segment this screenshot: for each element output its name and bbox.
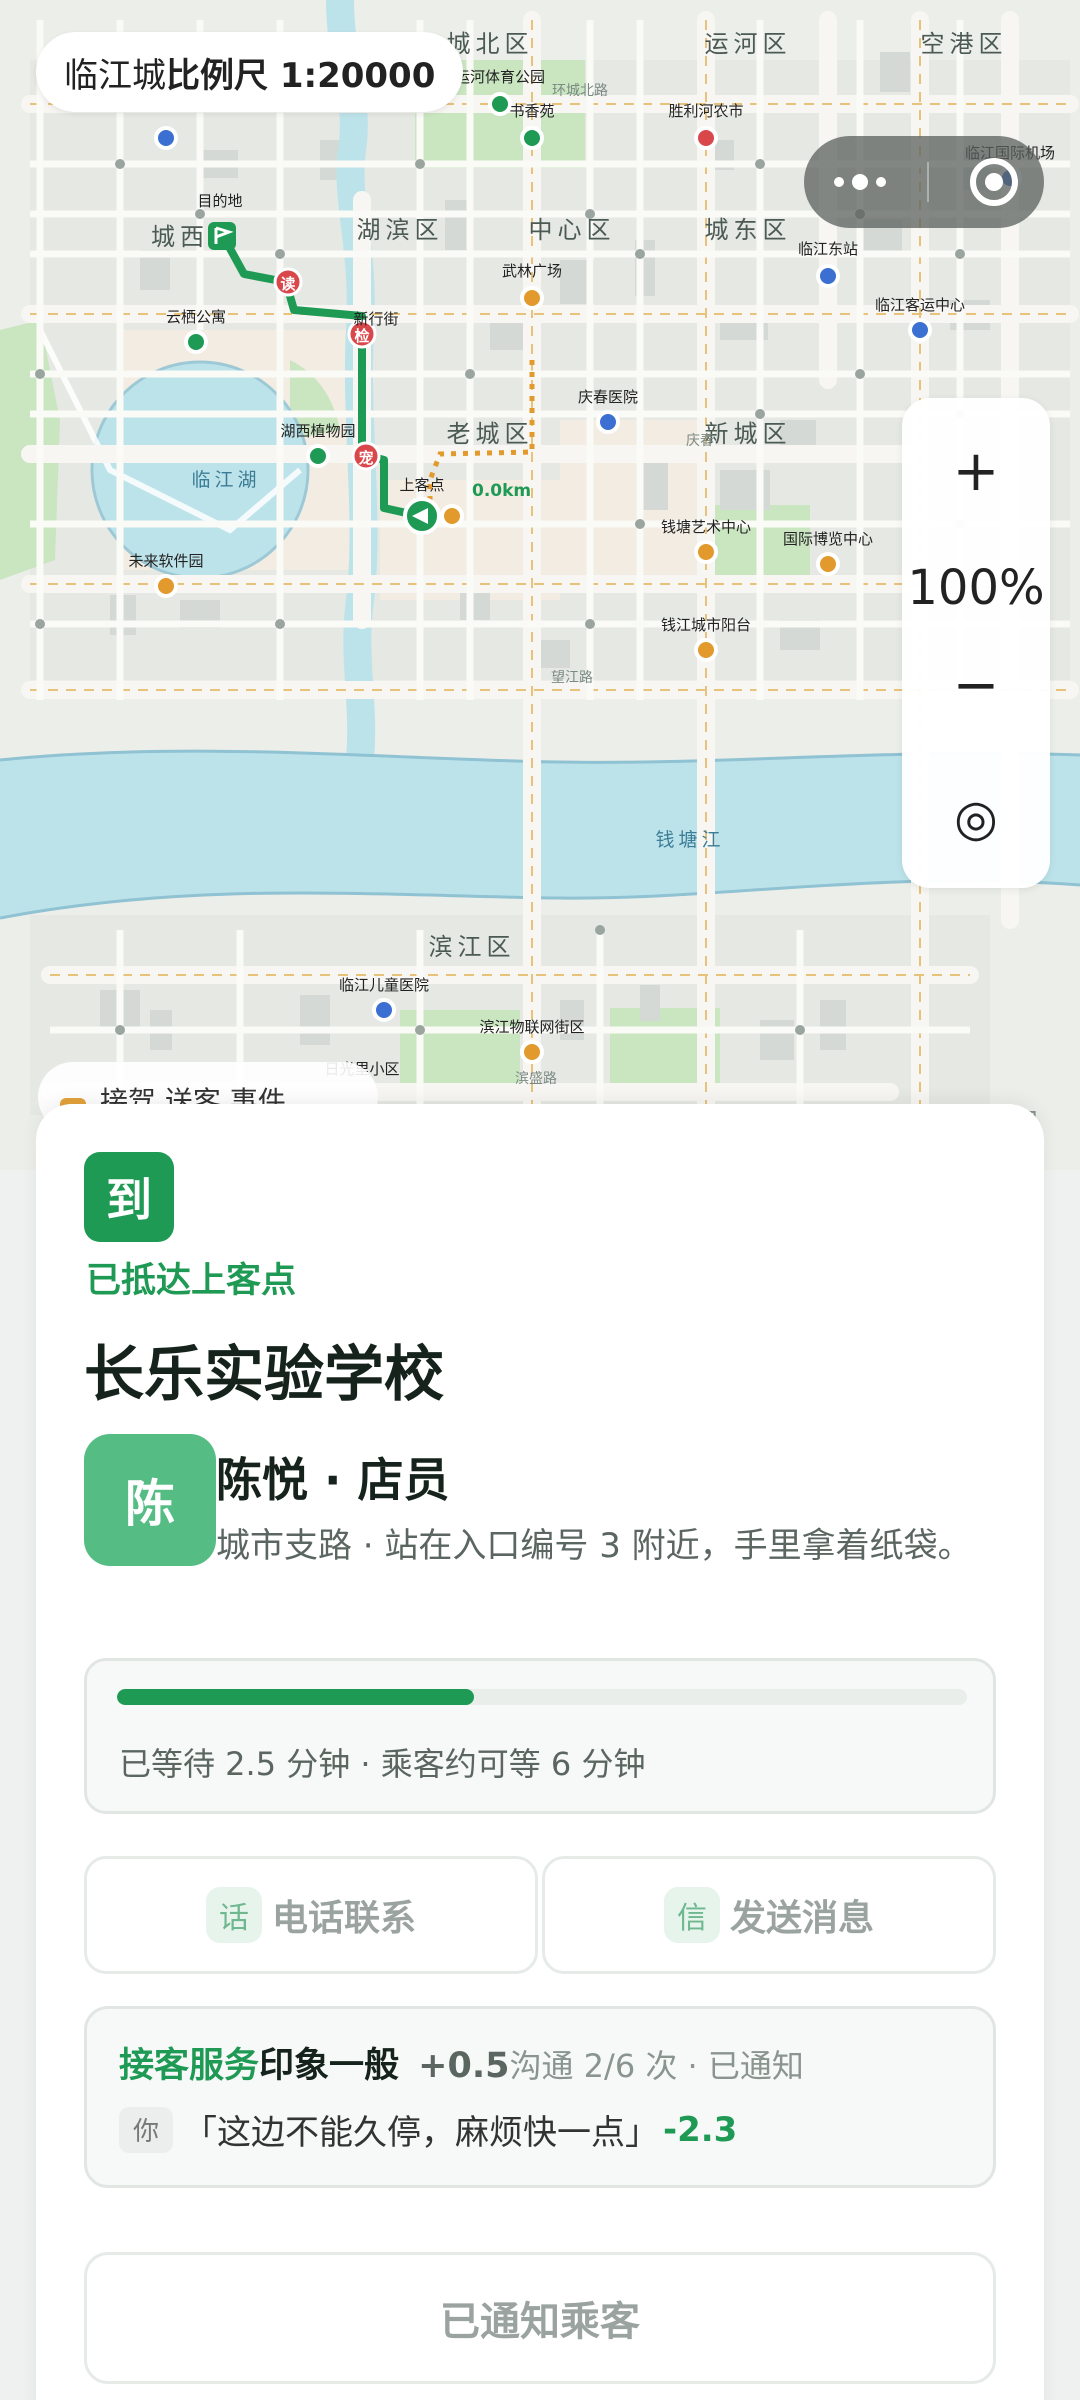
svg-text:城东区: 城东区 xyxy=(705,216,792,244)
svg-text:新行街: 新行街 xyxy=(353,310,398,328)
map-scale-indicator: 临江城 比例尺 1:20000 xyxy=(36,32,464,112)
service-rating-card: 接客服务印象一般 +0.5沟通 2/6 次 · 已通知 你 「这边不能久停，麻烦… xyxy=(84,2006,996,2188)
svg-text:望江路: 望江路 xyxy=(551,670,593,686)
passenger-name: 陈悦 · 店员 xyxy=(216,1453,450,1507)
svg-text:胜利河农市: 胜利河农市 xyxy=(668,102,743,120)
service-level: 印象一般 xyxy=(259,2046,400,2086)
quote-delta: -2.3 xyxy=(663,2109,738,2150)
service-quote-row: 你 「这边不能久停，麻烦快一点」 -2.3 xyxy=(119,2105,737,2154)
call-button[interactable]: 话 电话联系 xyxy=(84,1856,538,1974)
svg-text:未来软件园: 未来软件园 xyxy=(128,552,203,570)
zoom-in-button[interactable]: + xyxy=(902,432,1050,512)
svg-text:湖西植物园: 湖西植物园 xyxy=(280,422,355,440)
speaker-chip: 你 xyxy=(119,2106,173,2153)
svg-text:读: 读 xyxy=(280,275,295,293)
trip-bottom-sheet: 到 已抵达上客点 长乐实验学校 陈 陈悦 · 店员 城市支路 · 站在入口编号 … xyxy=(36,1104,1044,2400)
svg-text:目的地: 目的地 xyxy=(197,192,242,210)
phone-icon: 话 xyxy=(205,1887,262,1943)
message-icon: 信 xyxy=(663,1887,720,1943)
service-summary: 接客服务印象一般 +0.5沟通 2/6 次 · 已通知 xyxy=(119,2037,804,2088)
scale-ratio: 比例尺 1:20000 xyxy=(166,55,436,96)
svg-text:城北区: 城北区 xyxy=(447,30,534,58)
svg-text:运河区: 运河区 xyxy=(705,30,792,58)
message-button[interactable]: 信 发送消息 xyxy=(542,1856,996,1974)
svg-text:国际博览中心: 国际博览中心 xyxy=(783,530,873,548)
svg-text:宠: 宠 xyxy=(358,449,373,467)
svg-text:临江客运中心: 临江客运中心 xyxy=(875,296,965,314)
svg-text:武林广场: 武林广场 xyxy=(502,262,562,280)
notified-passenger-button[interactable]: 已通知乘客 xyxy=(84,2252,996,2384)
zoom-out-button[interactable]: − xyxy=(902,646,1050,726)
locate-icon[interactable]: ◎ xyxy=(902,778,1050,858)
svg-text:临江东站: 临江东站 xyxy=(798,240,858,258)
svg-text:老城区: 老城区 xyxy=(447,420,534,448)
svg-text:新城区: 新城区 xyxy=(705,420,792,448)
svg-text:滨江区: 滨江区 xyxy=(429,933,516,961)
svg-text:湖滨区: 湖滨区 xyxy=(357,216,444,244)
waiting-progress-fill xyxy=(117,1689,474,1705)
trip-status: 已抵达上客点 xyxy=(86,1261,297,1301)
waiting-progress-track xyxy=(117,1689,967,1705)
call-label: 电话联系 xyxy=(271,1898,416,1939)
app-root: 读 检 宠 城北区 运河区 空港区 城西 湖滨区 中心区 城东区 老城区 新城区… xyxy=(0,0,1080,2400)
svg-text:钱江城市阳台: 钱江城市阳台 xyxy=(661,616,751,634)
destination-title: 长乐实验学校 xyxy=(84,1340,444,1410)
svg-text:庆春: 庆春 xyxy=(686,433,714,449)
zoom-level: 100% xyxy=(907,560,1045,616)
message-label: 发送消息 xyxy=(729,1898,874,1939)
svg-text:环城北路: 环城北路 xyxy=(552,83,608,99)
close-miniapp-icon[interactable] xyxy=(970,158,1018,206)
svg-text:滨江物联网街区: 滨江物联网街区 xyxy=(479,1018,584,1036)
svg-text:庆春医院: 庆春医院 xyxy=(578,388,638,406)
service-delta: +0.5 xyxy=(418,2046,510,2086)
passenger-description: 城市支路 · 站在入口编号 3 附近，手里拿着纸袋。 xyxy=(216,1526,972,1566)
svg-text:钱塘江: 钱塘江 xyxy=(655,829,724,851)
svg-text:城西: 城西 xyxy=(151,223,209,251)
miniapp-capsule[interactable] xyxy=(804,136,1044,228)
svg-text:临江湖: 临江湖 xyxy=(191,469,260,491)
waiting-card: 已等待 2.5 分钟 · 乘客约可等 6 分钟 xyxy=(84,1658,996,1814)
map-view[interactable]: 读 检 宠 城北区 运河区 空港区 城西 湖滨区 中心区 城东区 老城区 新城区… xyxy=(0,0,1080,1170)
waiting-text: 已等待 2.5 分钟 · 乘客约可等 6 分钟 xyxy=(119,1745,646,1783)
svg-text:滨盛路: 滨盛路 xyxy=(515,1071,557,1087)
service-title: 接客服务 xyxy=(119,2046,260,2086)
passenger-avatar: 陈 xyxy=(84,1434,216,1566)
svg-text:中心区: 中心区 xyxy=(529,216,616,244)
svg-text:0.0km: 0.0km xyxy=(472,481,531,501)
svg-text:钱塘艺术中心: 钱塘艺术中心 xyxy=(661,518,751,536)
stage-badge: 到 xyxy=(84,1152,174,1242)
svg-text:上客点: 上客点 xyxy=(399,476,444,494)
service-quote: 「这边不能久停，麻烦快一点」 xyxy=(183,2113,659,2153)
svg-text:运河体育公园: 运河体育公园 xyxy=(455,68,545,86)
svg-text:空港区: 空港区 xyxy=(921,30,1008,58)
more-icon[interactable] xyxy=(834,174,886,190)
capsule-divider xyxy=(927,162,929,202)
svg-text:云栖公寓: 云栖公寓 xyxy=(166,308,226,326)
svg-text:检: 检 xyxy=(354,327,369,345)
svg-text:临江儿童医院: 临江儿童医院 xyxy=(339,976,429,994)
scale-city: 临江城 xyxy=(64,55,166,96)
svg-text:书香苑: 书香苑 xyxy=(509,102,554,120)
zoom-control: + 100% − ◎ xyxy=(902,398,1050,888)
service-meta: 沟通 2/6 次 · 已通知 xyxy=(509,2047,804,2085)
